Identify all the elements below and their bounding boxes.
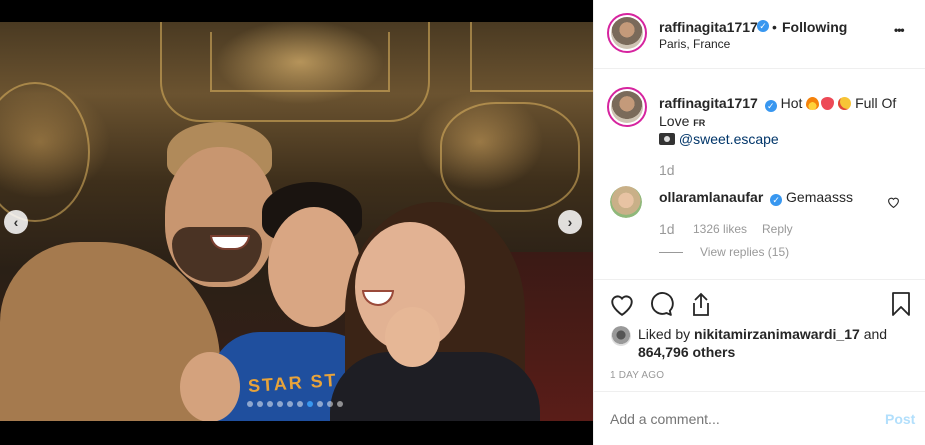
liked-by-line: Liked by nikitamirzanimawardi_17 and — [638, 326, 887, 342]
carousel-dot — [287, 401, 293, 407]
author-username[interactable]: raffinagita1717 — [659, 19, 758, 35]
comment-text: Gemaasss — [786, 189, 853, 205]
camera-icon — [659, 133, 675, 145]
comment-likes-count[interactable]: 1326 likes — [693, 222, 747, 236]
post-location[interactable]: Paris, France — [659, 37, 730, 51]
caption-line-2: Love FR — [659, 113, 705, 129]
caption-text-love: Love — [659, 113, 690, 129]
carousel-prev-button[interactable]: ‹ — [4, 210, 28, 234]
liked-by-and: and — [863, 326, 888, 342]
view-replies-divider — [659, 252, 683, 253]
post-photo[interactable]: STAR ST — [0, 22, 593, 421]
verified-badge-icon: ✓ — [764, 100, 777, 112]
carousel-dot — [317, 401, 323, 407]
fire-emoji-icon — [806, 97, 820, 110]
verified-badge-icon: ✓ — [770, 194, 783, 206]
carousel-next-button[interactable]: › — [558, 210, 582, 234]
heart-eyes-emoji-icon — [838, 97, 852, 110]
carousel-dot-active — [307, 401, 313, 407]
carousel-dot — [327, 401, 333, 407]
man-hand — [180, 352, 240, 421]
caption-text-full: Full Of — [855, 95, 897, 111]
woman-hand — [385, 307, 440, 367]
more-options-icon[interactable]: ••• — [894, 23, 905, 37]
caption-line-1: raffinagita1717 ✓ Hot Full Of — [659, 95, 896, 112]
comment-like-heart-icon[interactable] — [887, 195, 900, 211]
carousel-dot — [247, 401, 253, 407]
carousel-dot — [277, 401, 283, 407]
flag-fr-icon: FR — [693, 118, 706, 128]
caption-mention-link[interactable]: @sweet.escape — [679, 131, 779, 147]
save-bookmark-icon[interactable] — [891, 291, 911, 320]
like-heart-icon[interactable] — [609, 292, 635, 319]
caption-avatar[interactable] — [607, 87, 647, 127]
carousel-dot — [267, 401, 273, 407]
liked-by-username[interactable]: nikitamirzanimawardi_17 — [694, 326, 860, 342]
post-details-panel: raffinagita1717 ✓ • Following Paris, Fra… — [593, 0, 925, 445]
view-replies-button[interactable]: View replies (15) — [700, 245, 789, 259]
author-avatar[interactable] — [607, 13, 647, 53]
share-icon[interactable] — [689, 291, 713, 320]
carousel-dot — [257, 401, 263, 407]
caption-username[interactable]: raffinagita1717 — [659, 95, 758, 111]
post-media[interactable]: STAR ST ‹ › — [0, 0, 593, 445]
liked-by-others[interactable]: 864,796 others — [638, 344, 735, 360]
caption-time[interactable]: 1d — [659, 162, 675, 178]
caption-line-3: @sweet.escape — [659, 131, 779, 147]
comment-bubble-icon[interactable] — [649, 292, 674, 320]
comment-line: ollaramlanaufar ✓ Gemaasss — [659, 189, 853, 206]
carousel-dot — [337, 401, 343, 407]
post-header: raffinagita1717 ✓ • Following Paris, Fra… — [594, 0, 925, 69]
liked-by-prefix: Liked by — [638, 326, 691, 342]
ceiling-frame-right — [470, 22, 593, 92]
comment-time[interactable]: 1d — [659, 221, 675, 237]
woman-top — [330, 352, 540, 421]
post-actions: Liked by nikitamirzanimawardi_17 and 864… — [594, 279, 925, 391]
commenter-username[interactable]: ollaramlanaufar — [659, 189, 763, 205]
post-date[interactable]: 1 DAY AGO — [610, 370, 664, 381]
header-separator: • — [772, 19, 777, 35]
following-button[interactable]: Following — [782, 19, 847, 35]
verified-badge-icon: ✓ — [757, 20, 769, 32]
carousel-dot — [297, 401, 303, 407]
caption-text-hot: Hot — [780, 95, 803, 111]
post-comment-button[interactable]: Post — [885, 411, 915, 427]
ceiling-arch-right — [440, 102, 580, 212]
ceiling-frame-decoration-2 — [210, 32, 390, 92]
ceiling-arch-left — [0, 82, 90, 222]
comment-input[interactable] — [610, 409, 860, 429]
liker-avatar[interactable] — [611, 326, 631, 346]
commenter-avatar[interactable] — [610, 186, 642, 218]
carousel-indicator — [247, 401, 343, 407]
add-comment-bar: Post — [594, 391, 925, 445]
heart-emoji-icon — [821, 97, 835, 110]
comment-reply-button[interactable]: Reply — [762, 222, 793, 236]
